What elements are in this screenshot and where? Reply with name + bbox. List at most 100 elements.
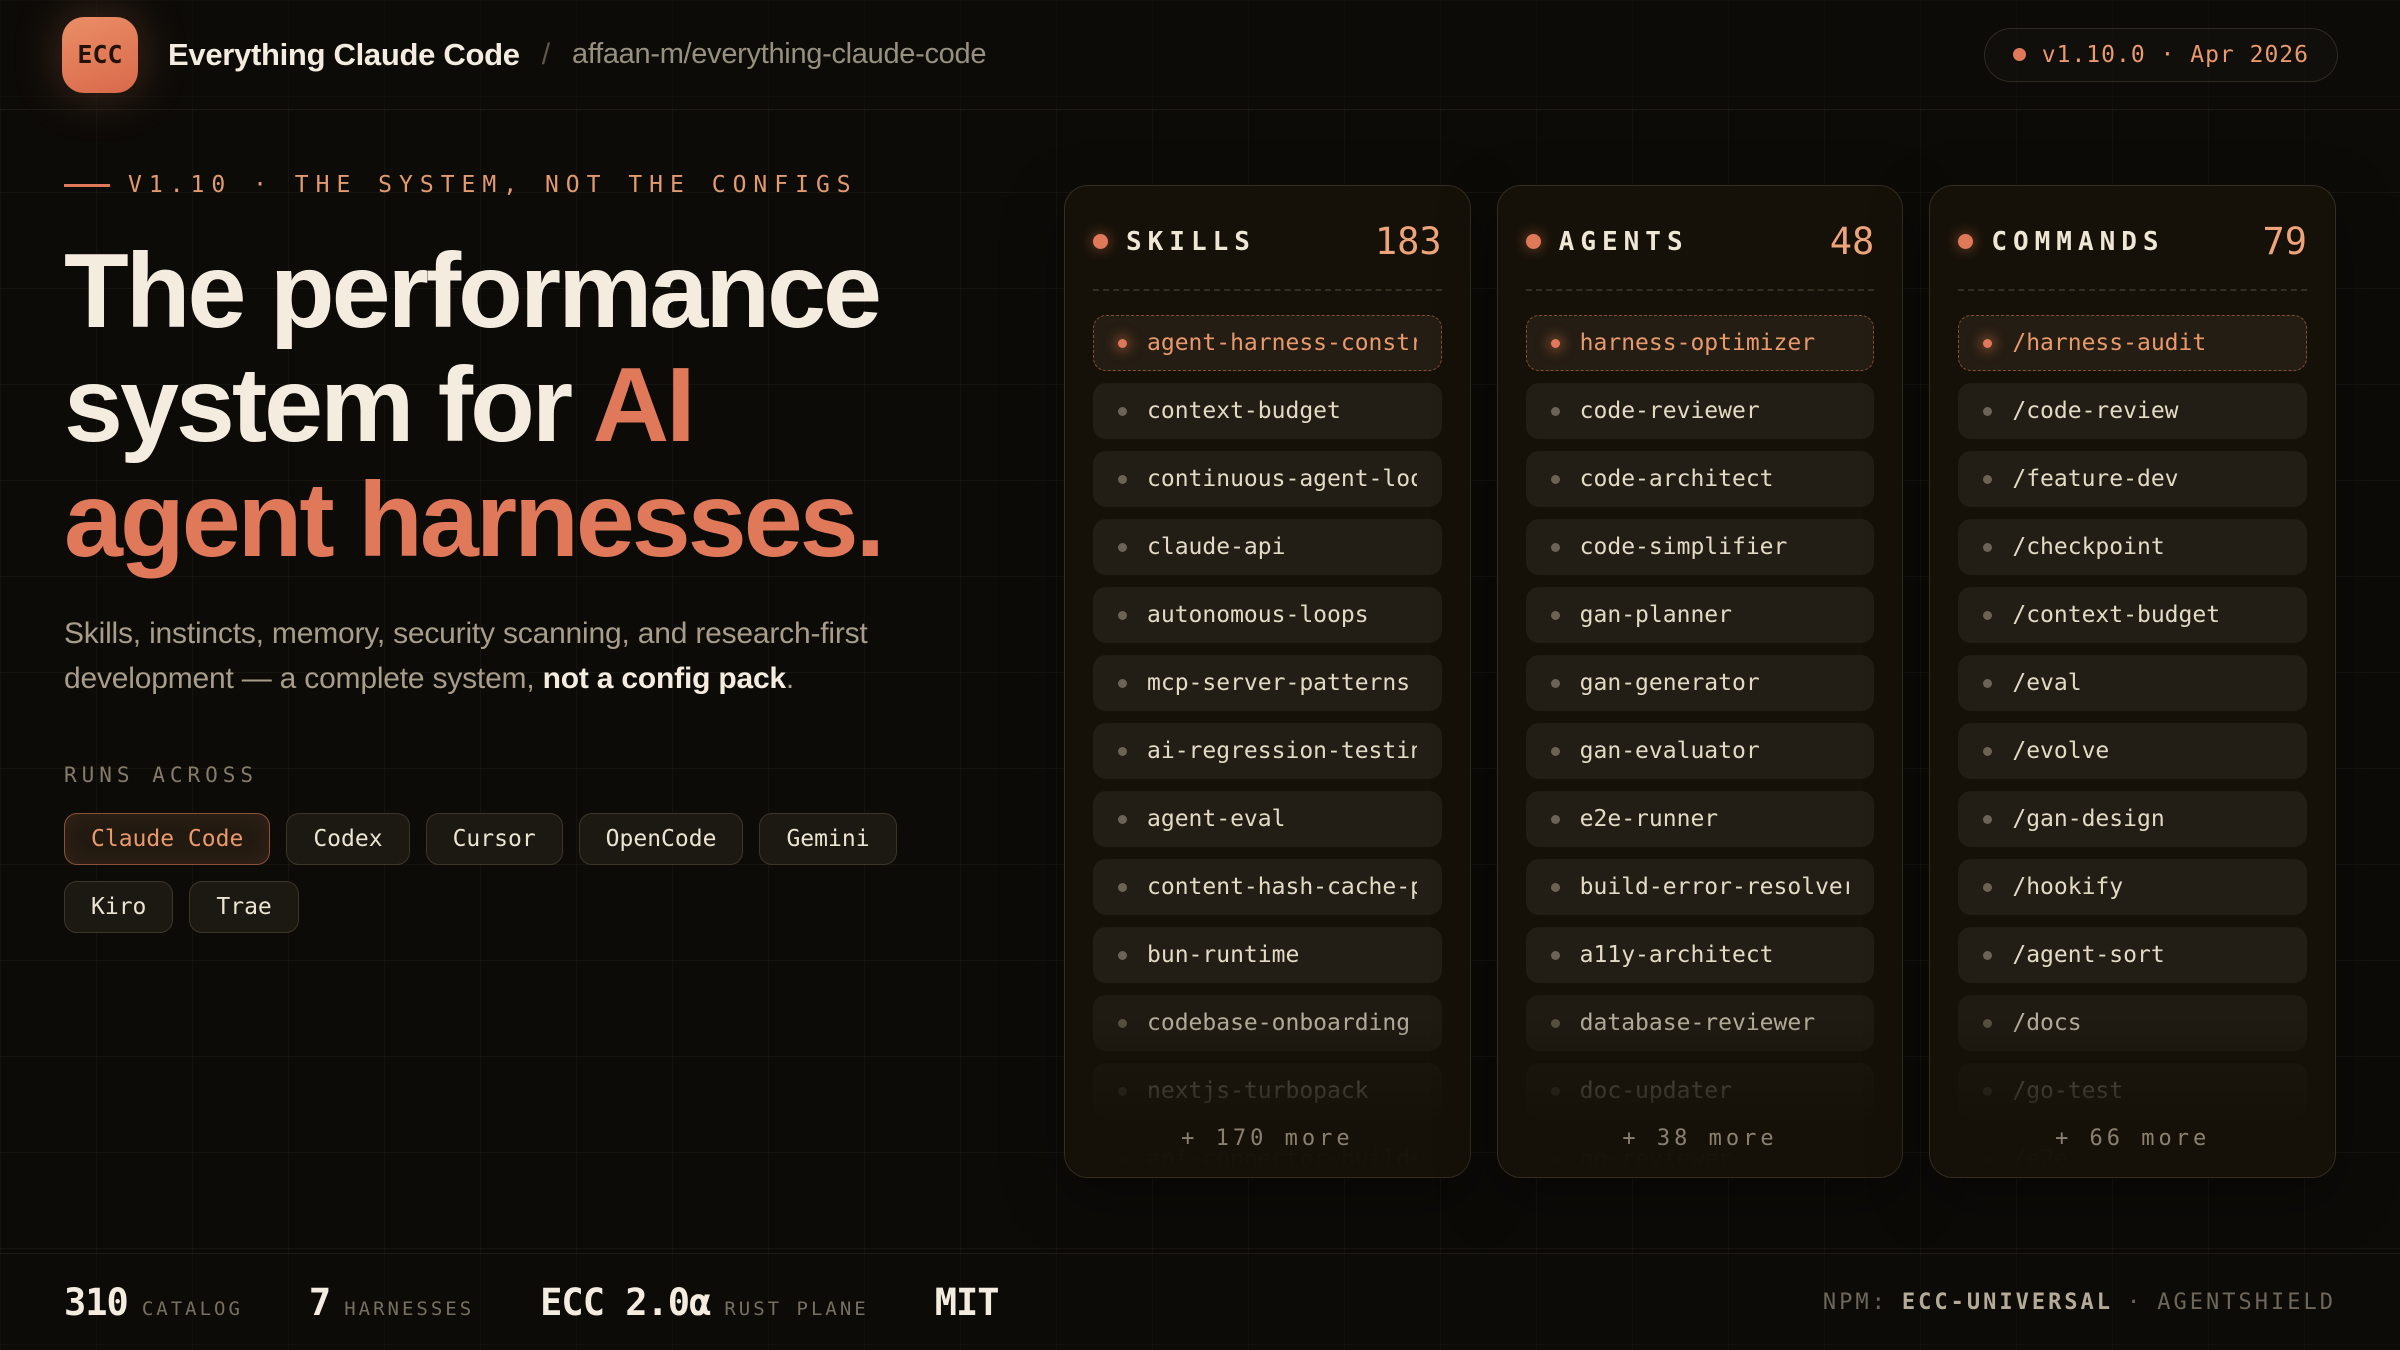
harness-chip[interactable]: Gemini — [759, 813, 896, 865]
list-item[interactable]: code-reviewer — [1526, 383, 1875, 439]
harness-chip-list: Claude Code Codex Cursor OpenCode Gemini… — [64, 813, 944, 933]
list-item[interactable]: /gan-design — [1958, 791, 2307, 847]
panel-divider — [1093, 289, 1442, 291]
npm-package-link[interactable]: ECC-UNIVERSAL — [1902, 1290, 2113, 1315]
stat-value: ECC 2.0α — [540, 1281, 710, 1324]
list-item[interactable]: /evolve — [1958, 723, 2307, 779]
list-item[interactable]: code-architect — [1526, 451, 1875, 507]
list-item[interactable]: continuous-agent-loop — [1093, 451, 1442, 507]
list-item[interactable]: /feature-dev — [1958, 451, 2307, 507]
breadcrumb-separator: / — [542, 38, 550, 72]
item-dot-icon — [1551, 1155, 1560, 1164]
item-dot-icon — [1118, 747, 1127, 756]
item-dot-icon — [1551, 1019, 1560, 1028]
list-item[interactable]: agent-harness-constr… — [1093, 315, 1442, 371]
item-dot-icon — [1983, 543, 1992, 552]
list-item[interactable]: /hookify — [1958, 859, 2307, 915]
panel-dot-icon — [1526, 234, 1541, 249]
panel-divider — [1958, 289, 2307, 291]
eyebrow-label: V1.10 · THE SYSTEM, NOT THE CONFIGS — [128, 172, 858, 198]
panel-title: COMMANDS — [1991, 227, 2164, 257]
list-item[interactable]: context-budget — [1093, 383, 1442, 439]
list-item[interactable]: gan-evaluator — [1526, 723, 1875, 779]
item-dot-icon — [1118, 1087, 1127, 1096]
list-item[interactable]: agent-eval — [1093, 791, 1442, 847]
item-dot-icon — [1983, 475, 1992, 484]
panel-title: SKILLS — [1126, 227, 1256, 257]
agents-list: harness-optimizer code-reviewer code-arc… — [1526, 315, 1875, 1178]
runs-across-label: RUNS ACROSS — [64, 763, 1004, 787]
commands-more-link[interactable]: + 66 more — [1930, 1126, 2335, 1151]
stat-harnesses: 7 HARNESSES — [309, 1281, 474, 1324]
npm-extra-link[interactable]: AGENTSHIELD — [2157, 1290, 2336, 1315]
item-dot-icon — [1983, 407, 1992, 416]
harness-chip[interactable]: Kiro — [64, 881, 173, 933]
harness-chip[interactable]: Codex — [286, 813, 409, 865]
stat-label: HARNESSES — [344, 1298, 474, 1320]
item-dot-icon — [1983, 883, 1992, 892]
stat-version-plane: ECC 2.0α RUST PLANE — [540, 1281, 869, 1324]
list-item[interactable]: code-simplifier — [1526, 519, 1875, 575]
harness-chip[interactable]: OpenCode — [579, 813, 744, 865]
stat-label: RUST PLANE — [724, 1298, 868, 1320]
item-dot-icon — [1118, 339, 1127, 348]
list-item[interactable]: a11y-architect — [1526, 927, 1875, 983]
panel-count: 79 — [2262, 220, 2307, 263]
item-dot-icon — [1551, 475, 1560, 484]
list-item[interactable]: ai-regression-testing — [1093, 723, 1442, 779]
agents-more-link[interactable]: + 38 more — [1498, 1126, 1903, 1151]
skills-more-link[interactable]: + 170 more — [1065, 1126, 1470, 1151]
list-item[interactable]: content-hash-cache-p… — [1093, 859, 1442, 915]
list-item[interactable]: /agent-sort — [1958, 927, 2307, 983]
list-item[interactable]: harness-optimizer — [1526, 315, 1875, 371]
item-dot-icon — [1551, 339, 1560, 348]
stat-catalog: 310 CATALOG — [64, 1281, 243, 1324]
ecc-logo[interactable]: ECC — [62, 17, 138, 93]
item-dot-icon — [1983, 339, 1992, 348]
list-item[interactable]: build-error-resolver — [1526, 859, 1875, 915]
item-dot-icon — [1983, 1155, 1992, 1164]
item-dot-icon — [1551, 611, 1560, 620]
breadcrumb-repo-link[interactable]: affaan-m/everything-claude-code — [572, 38, 986, 71]
list-item[interactable]: claude-api — [1093, 519, 1442, 575]
list-item[interactable]: /checkpoint — [1958, 519, 2307, 575]
list-item[interactable]: database-reviewer — [1526, 995, 1875, 1051]
stat-value: MIT — [935, 1281, 999, 1324]
harness-chip[interactable]: Cursor — [426, 813, 563, 865]
item-dot-icon — [1551, 1087, 1560, 1096]
skills-panel-header: SKILLS 183 — [1093, 220, 1442, 263]
item-dot-icon — [1983, 679, 1992, 688]
hero-subtitle: Skills, instincts, memory, security scan… — [64, 611, 914, 701]
list-item[interactable]: bun-runtime — [1093, 927, 1442, 983]
list-item[interactable]: nextjs-turbopack — [1093, 1063, 1442, 1119]
list-item[interactable]: autonomous-loops — [1093, 587, 1442, 643]
list-item[interactable]: /go-test — [1958, 1063, 2307, 1119]
status-dot-icon — [2013, 48, 2026, 61]
harness-chip[interactable]: Trae — [189, 881, 298, 933]
commands-list: /harness-audit /code-review /feature-dev… — [1958, 315, 2307, 1178]
version-badge-label: v1.10.0 · Apr 2026 — [2042, 42, 2309, 68]
item-dot-icon — [1983, 951, 1992, 960]
list-item[interactable]: gan-generator — [1526, 655, 1875, 711]
panel-count: 183 — [1375, 220, 1442, 263]
list-item[interactable]: /context-budget — [1958, 587, 2307, 643]
list-item[interactable]: gan-planner — [1526, 587, 1875, 643]
harness-chip[interactable]: Claude Code — [64, 813, 270, 865]
npm-info: NPM: ECC-UNIVERSAL · AGENTSHIELD — [1823, 1290, 2336, 1315]
item-dot-icon — [1118, 1155, 1127, 1164]
item-dot-icon — [1118, 543, 1127, 552]
list-item[interactable]: /harness-audit — [1958, 315, 2307, 371]
list-item[interactable]: e2e-runner — [1526, 791, 1875, 847]
item-dot-icon — [1118, 951, 1127, 960]
item-dot-icon — [1118, 679, 1127, 688]
list-item[interactable]: /docs — [1958, 995, 2307, 1051]
list-item[interactable]: /eval — [1958, 655, 2307, 711]
item-dot-icon — [1551, 883, 1560, 892]
item-dot-icon — [1551, 679, 1560, 688]
npm-label: NPM: — [1823, 1290, 1888, 1315]
list-item[interactable]: codebase-onboarding — [1093, 995, 1442, 1051]
list-item[interactable]: mcp-server-patterns — [1093, 655, 1442, 711]
list-item[interactable]: /code-review — [1958, 383, 2307, 439]
skills-panel: SKILLS 183 agent-harness-constr… context… — [1064, 185, 1471, 1178]
list-item[interactable]: doc-updater — [1526, 1063, 1875, 1119]
